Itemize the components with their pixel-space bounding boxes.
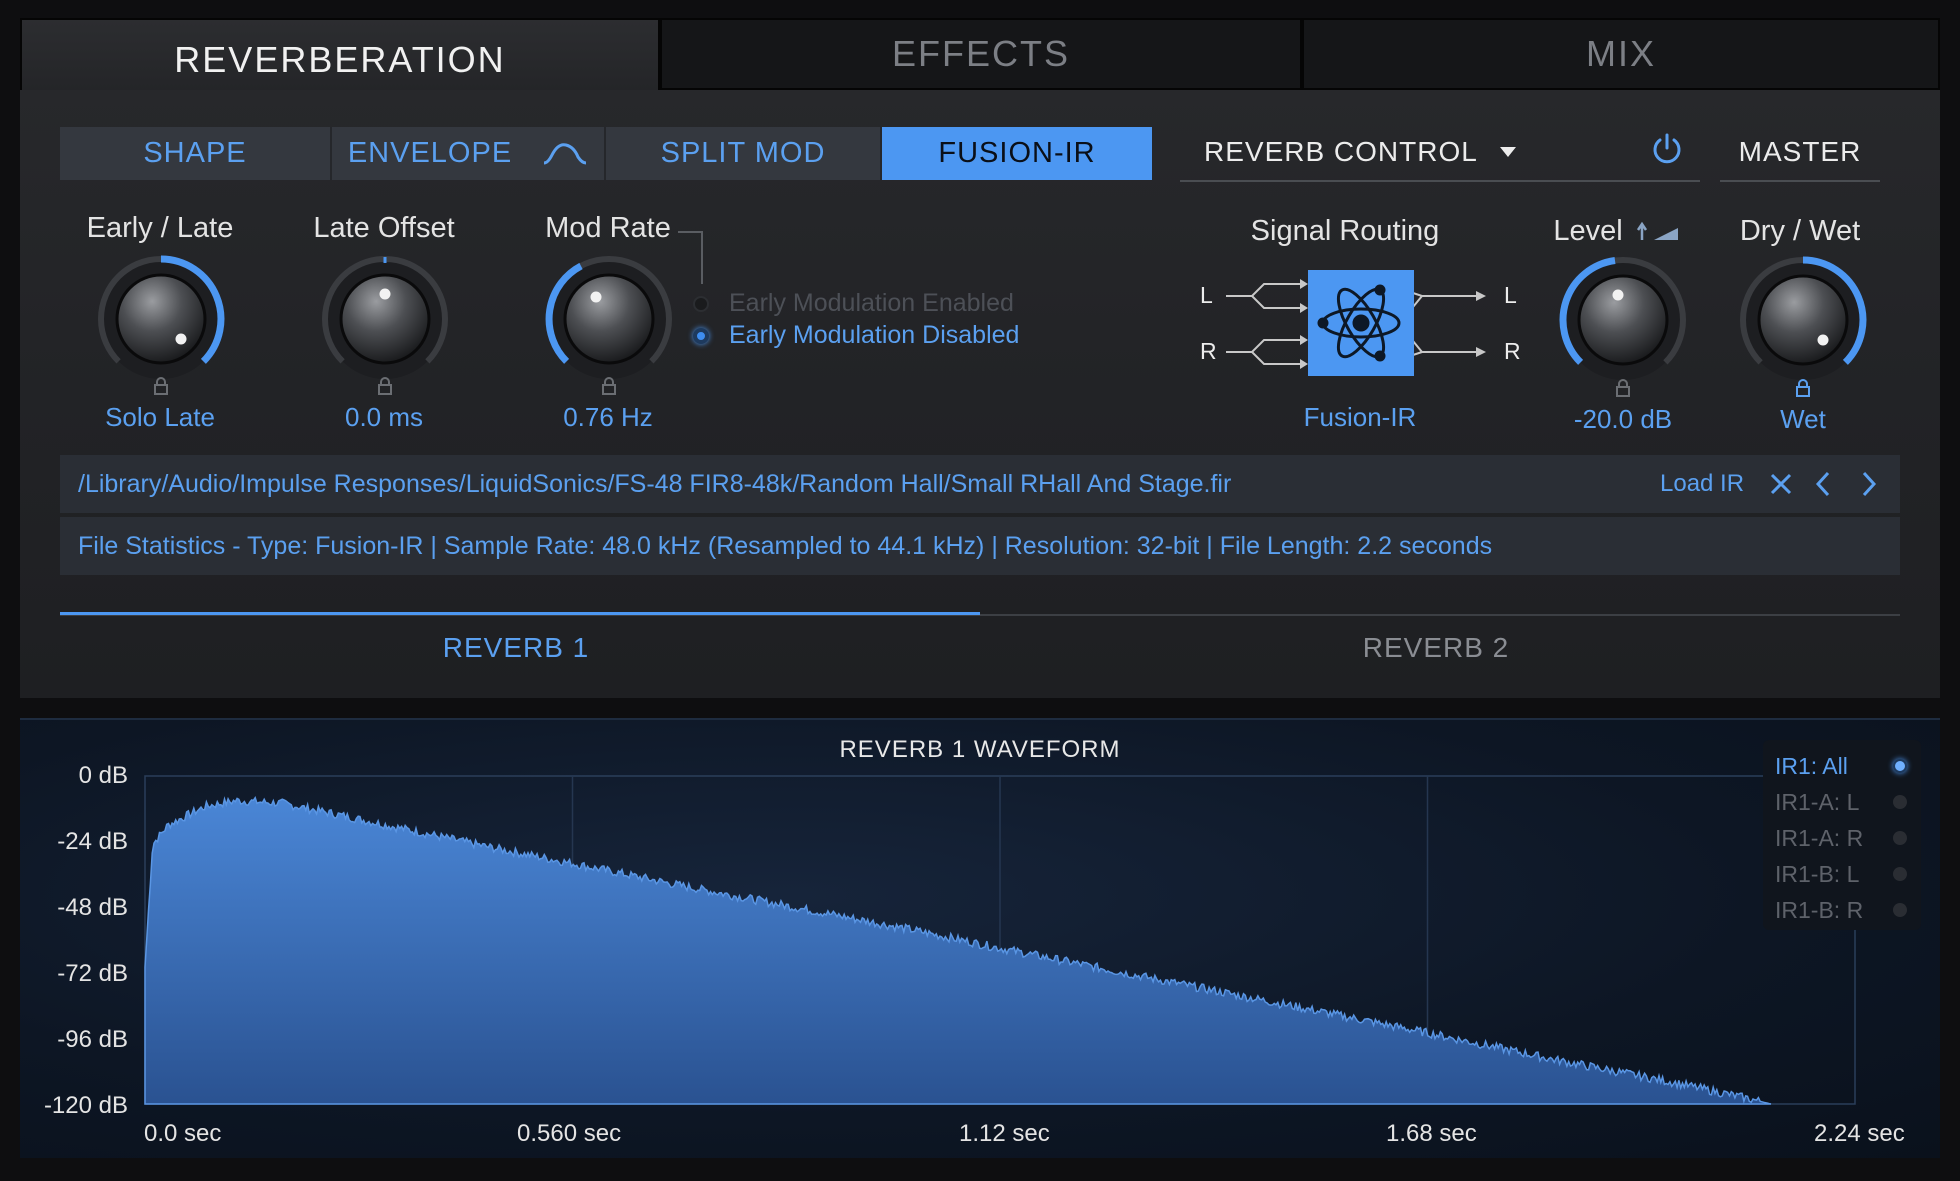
signal-routing-label: Signal Routing bbox=[1250, 215, 1440, 247]
mod-bracket bbox=[678, 231, 703, 284]
signal-routing-diagram[interactable] bbox=[1226, 264, 1506, 384]
legend-radio-ir1-all[interactable] bbox=[1893, 759, 1907, 773]
y-tick-label: -72 dB bbox=[57, 960, 128, 987]
chevron-left-icon[interactable] bbox=[1814, 455, 1834, 513]
dry-wet-lock-icon[interactable] bbox=[1796, 379, 1810, 397]
dry-wet-label: Dry / Wet bbox=[1739, 215, 1861, 247]
x-tick-label: 0.0 sec bbox=[144, 1120, 222, 1147]
legend-item-ir1-a-l[interactable]: IR1-A: L bbox=[1775, 789, 1859, 816]
early-modulation-enabled-option[interactable]: Early Modulation Enabled bbox=[693, 289, 1014, 318]
dropdown-arrow-icon bbox=[1499, 147, 1516, 157]
level-value: -20.0 dB bbox=[1573, 404, 1673, 434]
master-label: MASTER bbox=[1738, 136, 1862, 167]
tab-split-mod[interactable]: SPLIT MOD bbox=[606, 127, 882, 180]
late-offset-knob[interactable] bbox=[321, 255, 449, 383]
tab-reverb-2[interactable]: REVERB 2 bbox=[980, 615, 1892, 680]
waveform-title: REVERB 1 WAVEFORM bbox=[839, 736, 1121, 763]
level-label: Level bbox=[1553, 215, 1623, 247]
early-late-knob[interactable] bbox=[97, 255, 225, 383]
radio-disabled bbox=[693, 327, 709, 344]
file-statistics-bar: File Statistics - Type: Fusion-IR | Samp… bbox=[60, 517, 1900, 575]
master-button[interactable]: MASTER bbox=[1720, 124, 1880, 182]
tab-effects[interactable]: EFFECTS bbox=[660, 18, 1302, 90]
early-modulation-disabled-option[interactable]: Early Modulation Disabled bbox=[693, 321, 1019, 350]
waveform-panel bbox=[20, 718, 1940, 1158]
legend-radio-ir1-a-l[interactable] bbox=[1893, 795, 1907, 809]
tab-split-mod-label: SPLIT MOD bbox=[660, 137, 826, 169]
y-tick-label: 0 dB bbox=[78, 762, 128, 789]
legend-item-ir1-b-r[interactable]: IR1-B: R bbox=[1775, 897, 1863, 924]
routing-input-r: R bbox=[1200, 338, 1217, 364]
reverb-plugin-window: REVERBERATION EFFECTS MIX SHAPE ENVELOPE… bbox=[0, 0, 1960, 1181]
legend-radio-ir1-b-l[interactable] bbox=[1893, 867, 1907, 881]
y-tick-label: -48 dB bbox=[57, 894, 128, 921]
load-ir-button[interactable]: Load IR bbox=[1660, 455, 1744, 513]
signal-routing-value: Fusion-IR bbox=[1303, 402, 1417, 432]
early-late-lock-icon[interactable] bbox=[154, 377, 168, 395]
tab-shape[interactable]: SHAPE bbox=[60, 127, 332, 180]
x-tick-label: 1.12 sec bbox=[959, 1120, 1050, 1147]
dry-wet-knob[interactable] bbox=[1739, 256, 1867, 384]
y-tick-label: -120 dB bbox=[43, 1092, 128, 1119]
legend-item-ir1-all[interactable]: IR1: All bbox=[1775, 753, 1848, 780]
mod-rate-knob[interactable] bbox=[545, 255, 673, 383]
power-icon[interactable] bbox=[1651, 132, 1683, 166]
x-tick-label: 1.68 sec bbox=[1386, 1120, 1477, 1147]
routing-input-l: L bbox=[1200, 282, 1213, 308]
reverb-control-label: REVERB CONTROL bbox=[1204, 136, 1478, 167]
early-late-label: Early / Late bbox=[86, 212, 234, 244]
level-lock-icon[interactable] bbox=[1616, 379, 1630, 397]
file-statistics-text: File Statistics - Type: Fusion-IR | Samp… bbox=[78, 531, 1493, 560]
early-late-value: Solo Late bbox=[105, 402, 215, 432]
routing-output-r: R bbox=[1504, 338, 1521, 364]
tab-shape-label: SHAPE bbox=[143, 137, 247, 169]
chevron-right-icon[interactable] bbox=[1858, 455, 1878, 513]
tab-reverb-1[interactable]: REVERB 1 bbox=[60, 615, 972, 680]
legend-radio-ir1-b-r[interactable] bbox=[1893, 903, 1907, 917]
tab-envelope[interactable]: ENVELOPE bbox=[332, 127, 606, 180]
ir-path-text: /Library/Audio/Impulse Responses/LiquidS… bbox=[78, 469, 1232, 498]
tab-mix[interactable]: MIX bbox=[1302, 18, 1940, 90]
early-modulation-enabled-label: Early Modulation Enabled bbox=[729, 289, 1014, 317]
radio-enabled bbox=[693, 295, 709, 312]
early-modulation-disabled-label: Early Modulation Disabled bbox=[729, 321, 1020, 349]
tab-fusion-ir-label: FUSION-IR bbox=[938, 137, 1096, 169]
late-offset-lock-icon[interactable] bbox=[378, 377, 392, 395]
y-tick-label: -96 dB bbox=[57, 1026, 128, 1053]
x-tick-label: 0.560 sec bbox=[517, 1120, 622, 1147]
late-offset-label: Late Offset bbox=[313, 212, 455, 244]
y-tick-label: -24 dB bbox=[57, 828, 128, 855]
tab-fusion-ir[interactable]: FUSION-IR bbox=[882, 127, 1154, 180]
tab-envelope-label: ENVELOPE bbox=[347, 137, 513, 169]
mod-rate-lock-icon[interactable] bbox=[602, 377, 616, 395]
channel-legend: IR1: All IR1-A: L IR1-A: R IR1-B: L IR1-… bbox=[1763, 740, 1921, 930]
legend-item-ir1-a-r[interactable]: IR1-A: R bbox=[1775, 825, 1863, 852]
x-tick-label: 2.24 sec bbox=[1814, 1120, 1905, 1147]
ir-path-bar[interactable]: /Library/Audio/Impulse Responses/LiquidS… bbox=[60, 455, 1900, 513]
dry-wet-value: Wet bbox=[1780, 404, 1826, 434]
level-meter-icon bbox=[1636, 221, 1678, 240]
late-offset-value: 0.0 ms bbox=[344, 402, 424, 432]
mod-rate-value: 0.76 Hz bbox=[563, 402, 653, 432]
level-knob[interactable] bbox=[1559, 256, 1687, 384]
legend-radio-ir1-a-r[interactable] bbox=[1893, 831, 1907, 845]
tab-reverberation[interactable]: REVERBERATION bbox=[20, 18, 660, 100]
close-icon[interactable] bbox=[1769, 455, 1793, 513]
envelope-curve-icon bbox=[543, 142, 587, 164]
legend-item-ir1-b-l[interactable]: IR1-B: L bbox=[1775, 861, 1859, 888]
reverb-control-dropdown[interactable]: REVERB CONTROL bbox=[1180, 124, 1700, 182]
